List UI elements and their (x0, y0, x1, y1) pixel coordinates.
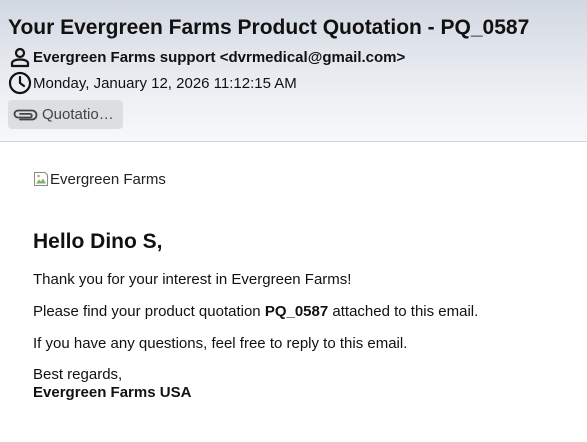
quotation-number: PQ_0587 (264, 303, 329, 320)
quotation-line: Please find your product quotation PQ_05… (33, 303, 573, 321)
sender-name[interactable]: Evergreen Farms support <dvrmedical@gmai… (33, 49, 405, 66)
broken-image-icon (33, 171, 49, 187)
attachment-label[interactable]: Quotation_PQ_0587.pdf (42, 106, 117, 123)
attachment-chip[interactable]: Quotation_PQ_0587.pdf (8, 100, 123, 129)
signature: Evergreen Farms USA (33, 384, 192, 401)
thanks-line: Thank you for your interest in Evergreen… (33, 271, 352, 288)
greeting: Hello Dino S, (33, 230, 163, 253)
date-row: Monday, January 12, 2026 11:12:15 AM (8, 71, 297, 95)
company-logo: Evergreen Farms (33, 170, 573, 188)
paperclip-icon (11, 107, 39, 123)
questions-line: If you have any questions, feel free to … (33, 335, 408, 352)
clock-icon (8, 71, 32, 95)
email-body: Evergreen Farms Hello Dino S, Thank you … (33, 170, 573, 402)
quotation-line-suffix: attached to this email. (328, 303, 479, 320)
email-date: Monday, January 12, 2026 11:12:15 AM (33, 74, 297, 92)
quotation-line-prefix: Please find your product quotation (33, 303, 265, 320)
person-icon (8, 45, 32, 69)
email-subject: Your Evergreen Farms Product Quotation -… (8, 16, 530, 39)
sender-row: Evergreen Farms support <dvrmedical@gmai… (8, 45, 405, 69)
email-header: Your Evergreen Farms Product Quotation -… (0, 0, 587, 142)
closing-line: Best regards, (33, 366, 123, 383)
logo-alt-text: Evergreen Farms (50, 170, 166, 188)
